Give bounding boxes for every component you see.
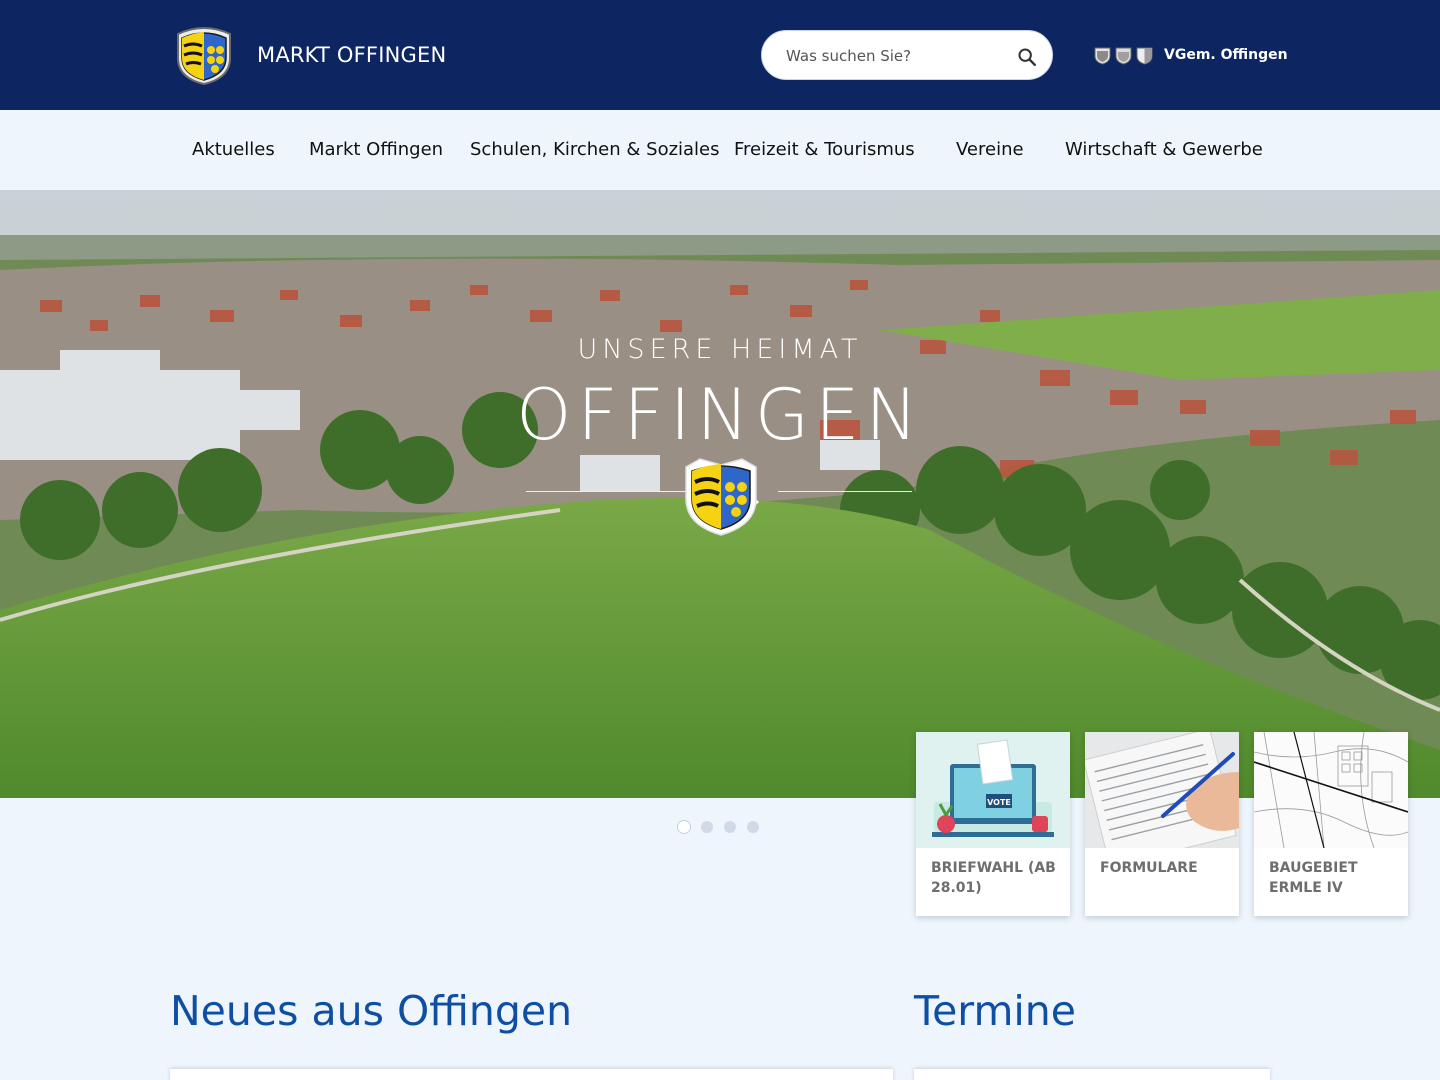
hero-divider-left: [526, 491, 686, 492]
search-icon[interactable]: [1016, 46, 1038, 68]
quick-link-label: Baugebiet Ermle IV: [1269, 860, 1358, 896]
nav-item-freizeit-tourismus[interactable]: Freizeit & Tourismus: [734, 138, 915, 162]
site-plan-map: [1254, 732, 1408, 848]
hero-kicker: UNSERE HEIMAT: [577, 334, 863, 365]
nav-item-wirtschaft-gewerbe[interactable]: Wirtschaft & Gewerbe: [1065, 138, 1263, 162]
slider-dot[interactable]: [724, 821, 736, 833]
municipal-crest-icon: [1094, 47, 1111, 65]
quick-link-label: Formulare: [1100, 860, 1198, 876]
hero-title: OFFINGEN: [516, 374, 924, 456]
municipal-crest-icon: [1136, 47, 1153, 65]
coat-of-arms-icon: [685, 458, 757, 536]
nav-item-aktuelles[interactable]: Aktuelles: [192, 138, 275, 162]
municipal-crest-icon: [1115, 47, 1132, 65]
slider-dot[interactable]: [747, 821, 759, 833]
hero-divider-right: [778, 491, 912, 492]
site-title[interactable]: MARKT OFFINGEN: [257, 40, 446, 70]
svg-text:VOTE: VOTE: [987, 798, 1011, 807]
search-input[interactable]: [786, 43, 1006, 69]
news-section-title: Neues aus Offingen: [170, 987, 573, 1035]
news-panel: [170, 1069, 893, 1080]
quick-link-card-formulare[interactable]: Formulare: [1085, 732, 1239, 916]
form-writing-photo: [1085, 732, 1239, 848]
slider-dot[interactable]: [678, 821, 690, 833]
quick-link-card-briefwahl[interactable]: VOTE Briefwahl (ab 28.01): [916, 732, 1070, 916]
slider-dot[interactable]: [701, 821, 713, 833]
slider-pagination: [678, 821, 770, 833]
events-section-title: Termine: [914, 987, 1076, 1035]
coat-of-arms-icon[interactable]: [174, 24, 234, 86]
hero-slider: UNSERE HEIMAT OFFINGEN: [0, 190, 1440, 798]
nav-item-vereine[interactable]: Vereine: [956, 138, 1024, 162]
header-bar: MARKT OFFINGEN VGem. Offingen: [0, 0, 1440, 110]
vote-illustration: VOTE: [916, 732, 1070, 848]
events-panel: [914, 1069, 1270, 1080]
main-navigation: Aktuelles Markt Offingen Schulen, Kirche…: [0, 110, 1440, 190]
vgem-link[interactable]: VGem. Offingen: [1094, 44, 1288, 66]
quick-link-card-baugebiet[interactable]: Baugebiet Ermle IV: [1254, 732, 1408, 916]
vgem-label[interactable]: VGem. Offingen: [1164, 47, 1288, 63]
quick-link-label: Briefwahl (ab 28.01): [931, 860, 1056, 896]
nav-item-schulen-kirchen-soziales[interactable]: Schulen, Kirchen & Soziales: [470, 138, 720, 162]
search-box: [761, 30, 1053, 80]
nav-item-markt-offingen[interactable]: Markt Offingen: [309, 138, 443, 162]
